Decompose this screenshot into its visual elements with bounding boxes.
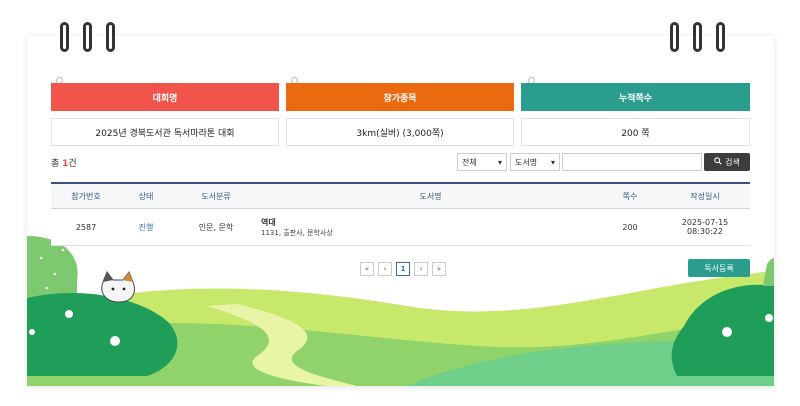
cell-number: 2587 bbox=[75, 222, 97, 232]
total-count: 총 1건 bbox=[51, 156, 77, 169]
time-value: 08:30:22 bbox=[687, 227, 723, 236]
date-value: 2025-07-15 bbox=[681, 218, 729, 227]
main-card: 대회명 참가종목 누적쪽수 2025년 경북도서관 독서마라톤 대회 3km(실… bbox=[27, 36, 774, 386]
cell-book[interactable]: 역대 1131, 출판사, 문학사상 bbox=[261, 217, 600, 238]
table-header: 참가번호 상태 도서분류 도서명 쪽수 작성일시 bbox=[51, 182, 750, 209]
col-header[interactable]: 상태 bbox=[121, 191, 171, 202]
col-header[interactable]: 참가번호 bbox=[51, 191, 121, 202]
col-header[interactable]: 도서명 bbox=[261, 191, 600, 202]
stat-value-pages: 200 쪽 bbox=[521, 118, 750, 146]
binder-ring bbox=[716, 22, 725, 52]
total-prefix: 총 bbox=[51, 159, 63, 169]
cat-illustration bbox=[101, 270, 135, 303]
cell-status[interactable]: 진행 bbox=[121, 222, 171, 233]
records-table: 참가번호 상태 도서분류 도서명 쪽수 작성일시 2587 진행 인문, 문학 … bbox=[51, 182, 750, 246]
binder-ring bbox=[693, 22, 702, 52]
chevron-down-icon: ▾ bbox=[497, 157, 502, 167]
register-reading-button[interactable]: 독서등록 bbox=[688, 259, 750, 277]
cell-pages: 200 bbox=[622, 222, 638, 232]
stat-header-contest: 대회명 bbox=[51, 83, 279, 111]
scope-select-value: 전체 bbox=[462, 157, 477, 167]
table-row[interactable]: 2587 진행 인문, 문학 역대 1131, 출판사, 문학사상 200 20… bbox=[51, 209, 750, 246]
field-select-value: 도서명 bbox=[515, 157, 538, 167]
chevron-down-icon: ▾ bbox=[550, 157, 555, 167]
col-header[interactable]: 도서분류 bbox=[171, 191, 261, 202]
pagination: « ‹ 1 › » bbox=[360, 262, 446, 276]
next-page-button[interactable]: › bbox=[414, 262, 428, 276]
cell-date: 2025-07-15 08:30:22 bbox=[660, 218, 750, 236]
page-number-button[interactable]: 1 bbox=[396, 262, 410, 276]
search-input[interactable] bbox=[562, 153, 702, 171]
binder-ring bbox=[670, 22, 679, 52]
scope-select[interactable]: 전체 ▾ bbox=[457, 153, 507, 171]
book-title[interactable]: 역대 bbox=[261, 217, 600, 228]
first-page-button[interactable]: « bbox=[360, 262, 374, 276]
stat-value-event: 3km(실버) (3,000쪽) bbox=[286, 118, 514, 146]
search-button-label: 검색 bbox=[725, 157, 740, 167]
prev-page-button[interactable]: ‹ bbox=[378, 262, 392, 276]
search-icon bbox=[714, 157, 722, 167]
binder-ring bbox=[60, 22, 69, 52]
stat-header-event: 참가종목 bbox=[286, 83, 514, 111]
cell-category: 인문, 문학 bbox=[198, 222, 234, 232]
total-suffix: 건 bbox=[68, 159, 77, 169]
stat-header-pages: 누적쪽수 bbox=[521, 83, 750, 111]
last-page-button[interactable]: » bbox=[432, 262, 446, 276]
col-header[interactable]: 쪽수 bbox=[600, 191, 660, 202]
search-button[interactable]: 검색 bbox=[704, 153, 750, 171]
binder-rings-left bbox=[60, 22, 115, 52]
field-select[interactable]: 도서명 ▾ bbox=[510, 153, 560, 171]
stat-value-contest: 2025년 경북도서관 독서마라톤 대회 bbox=[51, 118, 279, 146]
binder-rings-right bbox=[670, 22, 725, 52]
binder-ring bbox=[106, 22, 115, 52]
book-meta: 1131, 출판사, 문학사상 bbox=[261, 228, 333, 237]
col-header[interactable]: 작성일시 bbox=[660, 191, 750, 202]
binder-ring bbox=[83, 22, 92, 52]
